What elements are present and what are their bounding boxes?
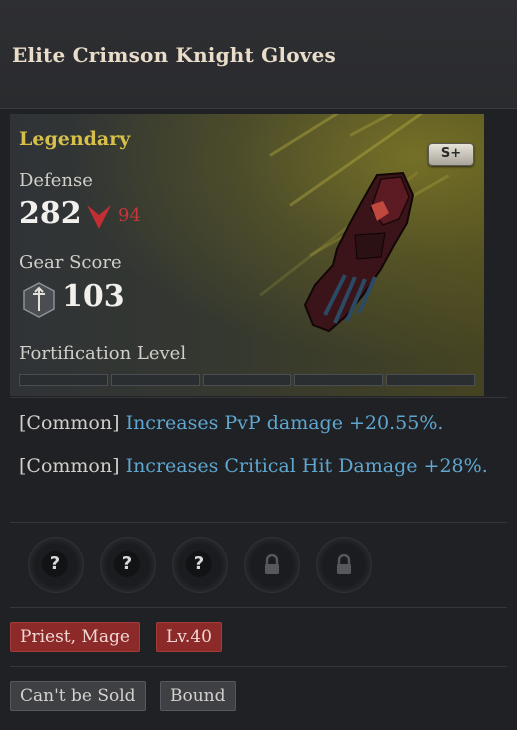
- locked-socket-slot[interactable]: [244, 537, 300, 593]
- fortification-segment: [202, 374, 292, 386]
- gear-score-value: 103: [62, 279, 125, 314]
- unknown-socket-glyph: ?: [42, 551, 68, 577]
- item-name: Elite Crimson Knight Gloves: [12, 43, 336, 67]
- socket-slot[interactable]: ?: [172, 537, 228, 593]
- glove-item-icon: [303, 171, 415, 333]
- option-tag: [Common]: [19, 455, 120, 477]
- tooltip-header: Elite Crimson Knight Gloves: [0, 0, 517, 109]
- item-grade: Legendary: [19, 128, 131, 150]
- locked-socket-slot[interactable]: [316, 537, 372, 593]
- fortification-label: Fortification Level: [19, 343, 187, 364]
- defense-difference: 94: [118, 205, 141, 226]
- bind-status-tag: Bound: [160, 681, 236, 711]
- fortification-level-bar: [19, 374, 475, 386]
- class-requirement-tag: Priest, Mage: [10, 622, 140, 652]
- item-option: [Common] Increases PvP damage +20.55%.: [19, 409, 499, 438]
- unknown-socket-glyph: ?: [186, 551, 212, 577]
- lock-icon: [337, 554, 351, 574]
- option-text: Increases Critical Hit Damage +28%.: [125, 455, 488, 477]
- fortification-segment: [110, 374, 200, 386]
- option-text: Increases PvP damage +20.55%.: [125, 412, 444, 434]
- divider: [10, 522, 507, 523]
- gear-score-icon: [23, 282, 55, 318]
- defense-value: 282: [19, 196, 82, 231]
- socket-slot[interactable]: ?: [28, 537, 84, 593]
- level-requirement-tag: Lv.40: [156, 622, 222, 652]
- socket-slot[interactable]: ?: [100, 537, 156, 593]
- option-tag: [Common]: [19, 412, 120, 434]
- divider: [10, 666, 507, 667]
- fortification-segment: [386, 374, 475, 386]
- divider: [10, 607, 507, 608]
- gear-score-label: Gear Score: [19, 252, 122, 273]
- defense-label: Defense: [19, 170, 93, 191]
- item-option: [Common] Increases Critical Hit Damage +…: [19, 452, 499, 481]
- fortification-segment: [19, 374, 108, 386]
- lock-icon: [265, 554, 279, 574]
- fortification-segment: [294, 374, 384, 386]
- decrease-arrow-icon: [87, 205, 111, 229]
- sell-restriction-tag: Can't be Sold: [10, 681, 146, 711]
- unknown-socket-glyph: ?: [114, 551, 140, 577]
- rank-badge: S+: [428, 143, 474, 166]
- divider: [10, 397, 507, 398]
